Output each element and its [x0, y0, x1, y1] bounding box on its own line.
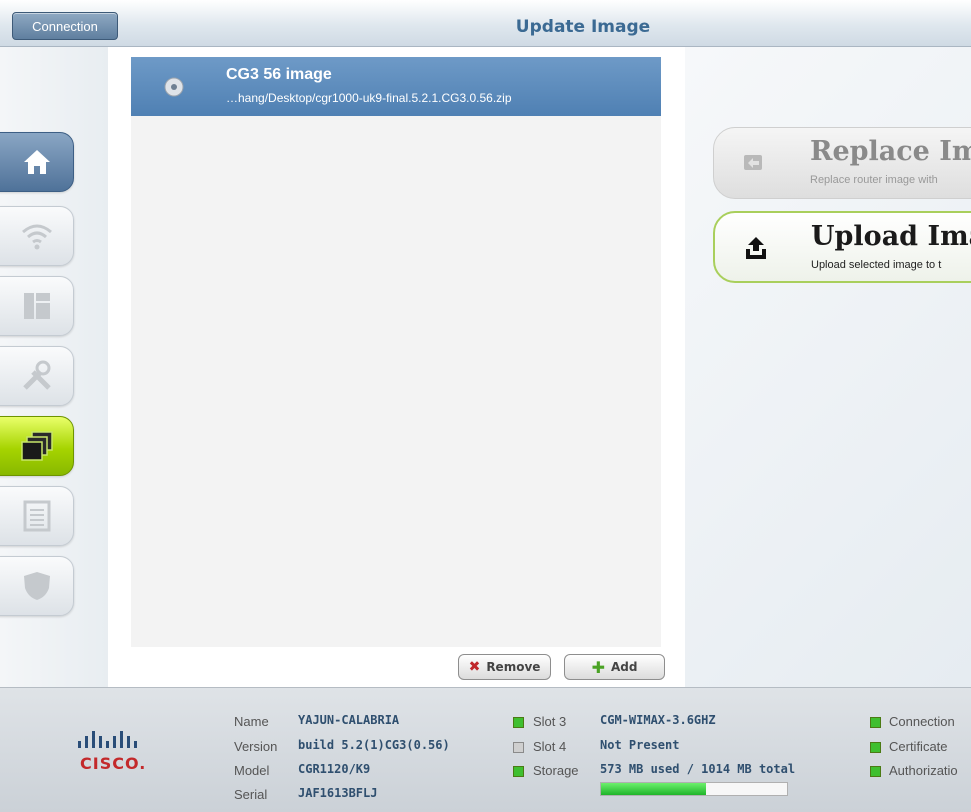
slot3-value: CGM-WIMAX-3.6GHZ: [600, 713, 716, 727]
list-icon: [23, 500, 51, 532]
version-label: Version: [234, 739, 278, 754]
name-label: Name: [234, 714, 269, 729]
authorization-status: Authorizatio: [889, 763, 958, 778]
sidebar-item-security[interactable]: [0, 556, 74, 616]
slot3-label: Slot 3: [533, 714, 567, 729]
image-title: CG3 56 image: [226, 66, 332, 83]
certificate-status: Certificate: [889, 739, 948, 754]
upload-desc: Upload selected image to t: [811, 259, 942, 271]
storage-led: [513, 766, 524, 777]
slot3-led: [513, 717, 524, 728]
version-value: build 5.2(1)CG3(0.56): [298, 738, 450, 752]
disc-icon: [164, 77, 184, 97]
connection-status: Connection: [889, 714, 955, 729]
cisco-logo-icon: [78, 731, 137, 748]
stack-icon: [21, 431, 53, 461]
page-title: Update Image: [515, 17, 651, 37]
storage-bar-fill: [601, 783, 707, 795]
add-label: Add: [610, 660, 638, 674]
upload-title: Upload Imag: [811, 221, 971, 252]
add-icon: ✚: [591, 657, 605, 677]
sidebar-item-dashboard[interactable]: [0, 276, 74, 336]
home-icon: [24, 150, 50, 174]
tools-icon: [23, 360, 51, 390]
status-footer: CISCO. Name YAJUN-CALABRIA Version build…: [0, 687, 971, 812]
remove-label: Remove: [486, 660, 541, 674]
title-bar: Connection Update Image: [0, 0, 971, 47]
storage-label: Storage: [533, 763, 579, 778]
add-button[interactable]: ✚ Add: [564, 654, 665, 680]
serial-value: JAF1613BFLJ: [298, 786, 378, 800]
sidebar-item-home[interactable]: [0, 132, 74, 192]
image-list-panel: CG3 56 image …hang/Desktop/cgr1000-uk9-f…: [108, 47, 685, 687]
replace-desc: Replace router image with: [810, 174, 938, 186]
image-list: CG3 56 image …hang/Desktop/cgr1000-uk9-f…: [131, 57, 661, 647]
actions-panel: Replace Ima Replace router image with Up…: [685, 47, 971, 687]
list-item[interactable]: CG3 56 image …hang/Desktop/cgr1000-uk9-f…: [131, 57, 661, 116]
remove-button[interactable]: ✖ Remove: [458, 654, 551, 680]
serial-label: Serial: [234, 787, 268, 802]
replace-title: Replace Ima: [810, 136, 971, 167]
sidebar-item-wireless[interactable]: [0, 206, 74, 266]
model-label: Model: [234, 763, 270, 778]
sidebar-item-tools[interactable]: [0, 346, 74, 406]
storage-bar: [600, 782, 788, 796]
wifi-icon: [22, 224, 52, 250]
replace-image-button[interactable]: Replace Ima Replace router image with: [713, 127, 971, 199]
name-value: YAJUN-CALABRIA: [298, 713, 400, 727]
main-area: CG3 56 image …hang/Desktop/cgr1000-uk9-f…: [0, 47, 971, 687]
image-path: …hang/Desktop/cgr1000-uk9-final.5.2.1.CG…: [226, 91, 512, 105]
connection-led: [870, 717, 881, 728]
slot4-value: Not Present: [600, 738, 680, 752]
upload-icon: [746, 237, 766, 259]
sidebar: [0, 47, 108, 687]
slot4-led: [513, 742, 524, 753]
slot4-label: Slot 4: [533, 739, 567, 754]
storage-value: 573 MB used / 1014 MB total: [600, 762, 796, 776]
model-value: CGR1120/K9: [298, 762, 371, 776]
certificate-led: [870, 742, 881, 753]
upload-image-button[interactable]: Upload Imag Upload selected image to t: [713, 211, 971, 283]
shield-icon: [24, 572, 50, 600]
remove-icon: ✖: [468, 659, 481, 675]
authorization-led: [870, 766, 881, 777]
sidebar-item-images[interactable]: [0, 416, 74, 476]
layout-icon: [24, 293, 50, 319]
replace-icon: [744, 155, 762, 170]
sidebar-item-logs[interactable]: [0, 486, 74, 546]
cisco-brand: CISCO.: [80, 754, 147, 773]
